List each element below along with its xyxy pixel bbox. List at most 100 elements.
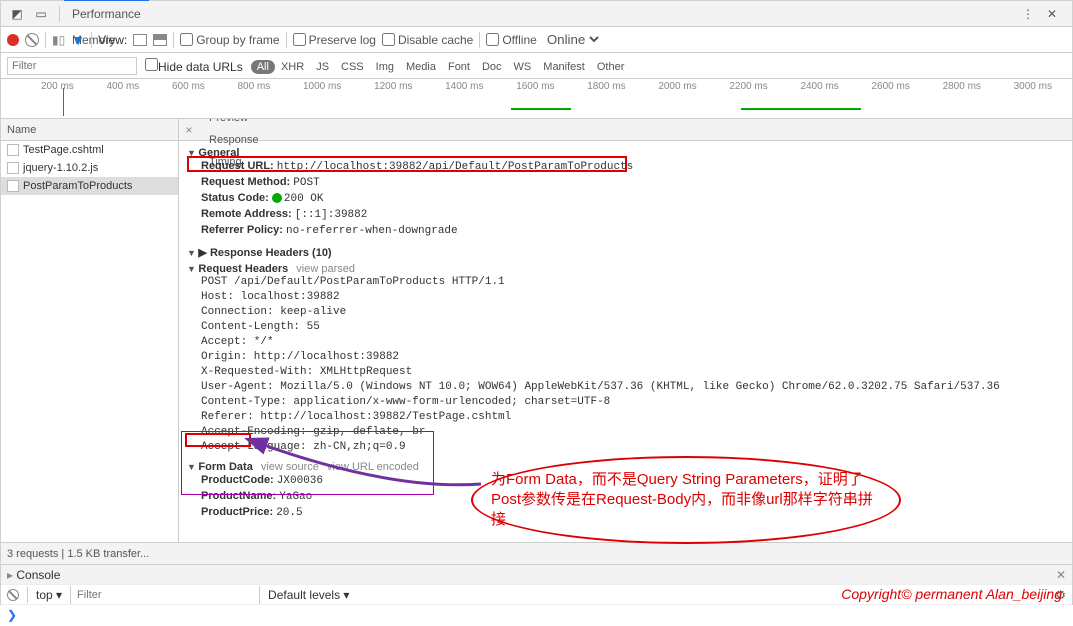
timeline-bar [741, 108, 861, 110]
close-drawer-icon[interactable]: ✕ [1056, 568, 1066, 582]
overview-icon[interactable] [153, 34, 167, 46]
request-name: PostParamToProducts [23, 177, 132, 195]
request-header-line: POST /api/Default/PostParamToProducts HT… [201, 275, 1064, 290]
request-headers-section-header[interactable]: Request Headersview parsed [187, 263, 1064, 275]
console-prompt[interactable]: ❯ [1, 604, 1072, 626]
filter-type-font[interactable]: Font [442, 60, 476, 74]
file-icon [7, 162, 19, 174]
devtools-top-tabs: ◩ ▭ ElementsConsoleSourcesNetworkPerform… [1, 1, 1072, 27]
remote-address-label: Remote Address: [201, 208, 292, 220]
filter-type-js[interactable]: JS [310, 60, 335, 74]
console-tab[interactable]: Console [7, 568, 60, 582]
request-row[interactable]: PostParamToProducts [1, 177, 178, 195]
status-code-value: 200 OK [284, 193, 324, 205]
filter-icon[interactable]: ▼ [71, 32, 85, 48]
request-list: Name TestPage.cshtmljquery-1.10.2.jsPost… [1, 119, 179, 542]
timeline-tick: 1400 ms [445, 81, 483, 92]
filter-type-other[interactable]: Other [591, 60, 631, 74]
device-toggle-icon[interactable]: ▭ [31, 4, 51, 24]
timeline-tick: 1800 ms [587, 81, 625, 92]
context-select[interactable]: top ▾ [36, 588, 62, 602]
timeline-tick: 200 ms [41, 81, 74, 92]
filter-type-css[interactable]: CSS [335, 60, 370, 74]
kebab-icon[interactable]: ⋮ [1018, 4, 1038, 24]
request-method-label: Request Method: [201, 176, 290, 188]
timeline-marker [63, 88, 64, 116]
timeline-tick: 400 ms [107, 81, 140, 92]
filter-type-all[interactable]: All [251, 60, 275, 74]
timeline-tick: 2400 ms [800, 81, 838, 92]
request-header-line: Referer: http://localhost:39882/TestPage… [201, 410, 1064, 425]
close-icon[interactable]: ✕ [1042, 4, 1062, 24]
request-url-label: Request URL: [201, 160, 274, 172]
divider [59, 6, 60, 22]
response-headers-section-header[interactable]: ▶ Response Headers (10) [187, 247, 332, 259]
referrer-policy-label: Referrer Policy: [201, 224, 283, 236]
timeline-tick: 3000 ms [1014, 81, 1052, 92]
clear-console-icon[interactable] [7, 589, 19, 601]
general-section-header[interactable]: General [187, 147, 1064, 159]
filter-type-doc[interactable]: Doc [476, 60, 508, 74]
timeline-tick: 800 ms [238, 81, 271, 92]
filter-type-media[interactable]: Media [400, 60, 442, 74]
request-header-line: X-Requested-With: XMLHttpRequest [201, 365, 1064, 380]
camera-icon[interactable]: ▮▯ [52, 33, 65, 47]
view-label: View: [98, 33, 127, 47]
request-header-line: User-Agent: Mozilla/5.0 (Windows NT 10.0… [201, 380, 1064, 395]
file-icon [7, 180, 19, 192]
log-levels-select[interactable]: Default levels ▾ [268, 588, 349, 602]
request-header-line: Host: localhost:39882 [201, 290, 1064, 305]
view-source-link[interactable]: view source [261, 461, 319, 473]
request-header-line: Accept-Language: zh-CN,zh;q=0.9 [201, 440, 1064, 455]
request-row[interactable]: jquery-1.10.2.js [1, 159, 178, 177]
filter-type-img[interactable]: Img [370, 60, 400, 74]
view-url-encoded-link[interactable]: view URL encoded [327, 461, 419, 473]
hide-data-urls-checkbox[interactable]: Hide data URLs [145, 58, 243, 74]
filter-type-manifest[interactable]: Manifest [537, 60, 591, 74]
request-header-line: Connection: keep-alive [201, 305, 1064, 320]
request-url-value: http://localhost:39882/api/Default/PostP… [277, 161, 633, 173]
timeline-tick: 1200 ms [374, 81, 412, 92]
request-name: jquery-1.10.2.js [23, 159, 98, 177]
preserve-log-checkbox[interactable]: Preserve log [293, 33, 376, 47]
request-method-value: POST [293, 177, 319, 189]
request-header-line: Accept: */* [201, 335, 1064, 350]
remote-address-value: [::1]:39882 [295, 209, 368, 221]
view-parsed-link[interactable]: view parsed [296, 263, 355, 275]
timeline-tick: 2800 ms [943, 81, 981, 92]
referrer-policy-value: no-referrer-when-downgrade [286, 225, 458, 237]
detail-tabs: × HeadersPreviewResponseTiming [179, 119, 1072, 141]
detail-tab-preview[interactable]: Preview [199, 119, 269, 129]
close-detail-icon[interactable]: × [179, 123, 199, 137]
timeline-tick: 2000 ms [658, 81, 696, 92]
throttling-select[interactable]: Online [543, 31, 602, 48]
status-dot-icon [272, 193, 282, 203]
disable-cache-checkbox[interactable]: Disable cache [382, 33, 473, 47]
network-toolbar: ▮▯ ▼ View: Group by frame Preserve log D… [1, 27, 1072, 53]
timeline-tick: 1600 ms [516, 81, 554, 92]
request-name: TestPage.cshtml [23, 141, 104, 159]
timeline[interactable]: 200 ms400 ms600 ms800 ms1000 ms1200 ms14… [1, 79, 1072, 119]
file-icon [7, 144, 19, 156]
timeline-tick: 600 ms [172, 81, 205, 92]
request-header-line: Origin: http://localhost:39882 [201, 350, 1064, 365]
timeline-tick: 2200 ms [729, 81, 767, 92]
name-column-header[interactable]: Name [1, 119, 178, 141]
clear-icon[interactable] [25, 33, 39, 47]
filter-type-xhr[interactable]: XHR [275, 60, 310, 74]
status-code-label: Status Code: [201, 192, 269, 204]
large-rows-icon[interactable] [133, 34, 147, 46]
offline-checkbox[interactable]: Offline [486, 33, 536, 47]
console-filter-input[interactable] [70, 586, 260, 604]
filter-input[interactable] [7, 57, 137, 75]
inspect-icon[interactable]: ◩ [7, 4, 27, 24]
record-icon[interactable] [7, 34, 19, 46]
copyright-text: Copyright© permanent Alan_beijing [841, 586, 1062, 602]
group-by-frame-checkbox[interactable]: Group by frame [180, 33, 279, 47]
filter-type-ws[interactable]: WS [508, 60, 538, 74]
request-header-line: Content-Length: 55 [201, 320, 1064, 335]
request-row[interactable]: TestPage.cshtml [1, 141, 178, 159]
tab-performance[interactable]: Performance [64, 1, 149, 27]
timeline-bar [511, 108, 571, 110]
filter-row: Hide data URLs AllXHRJSCSSImgMediaFontDo… [1, 53, 1072, 79]
